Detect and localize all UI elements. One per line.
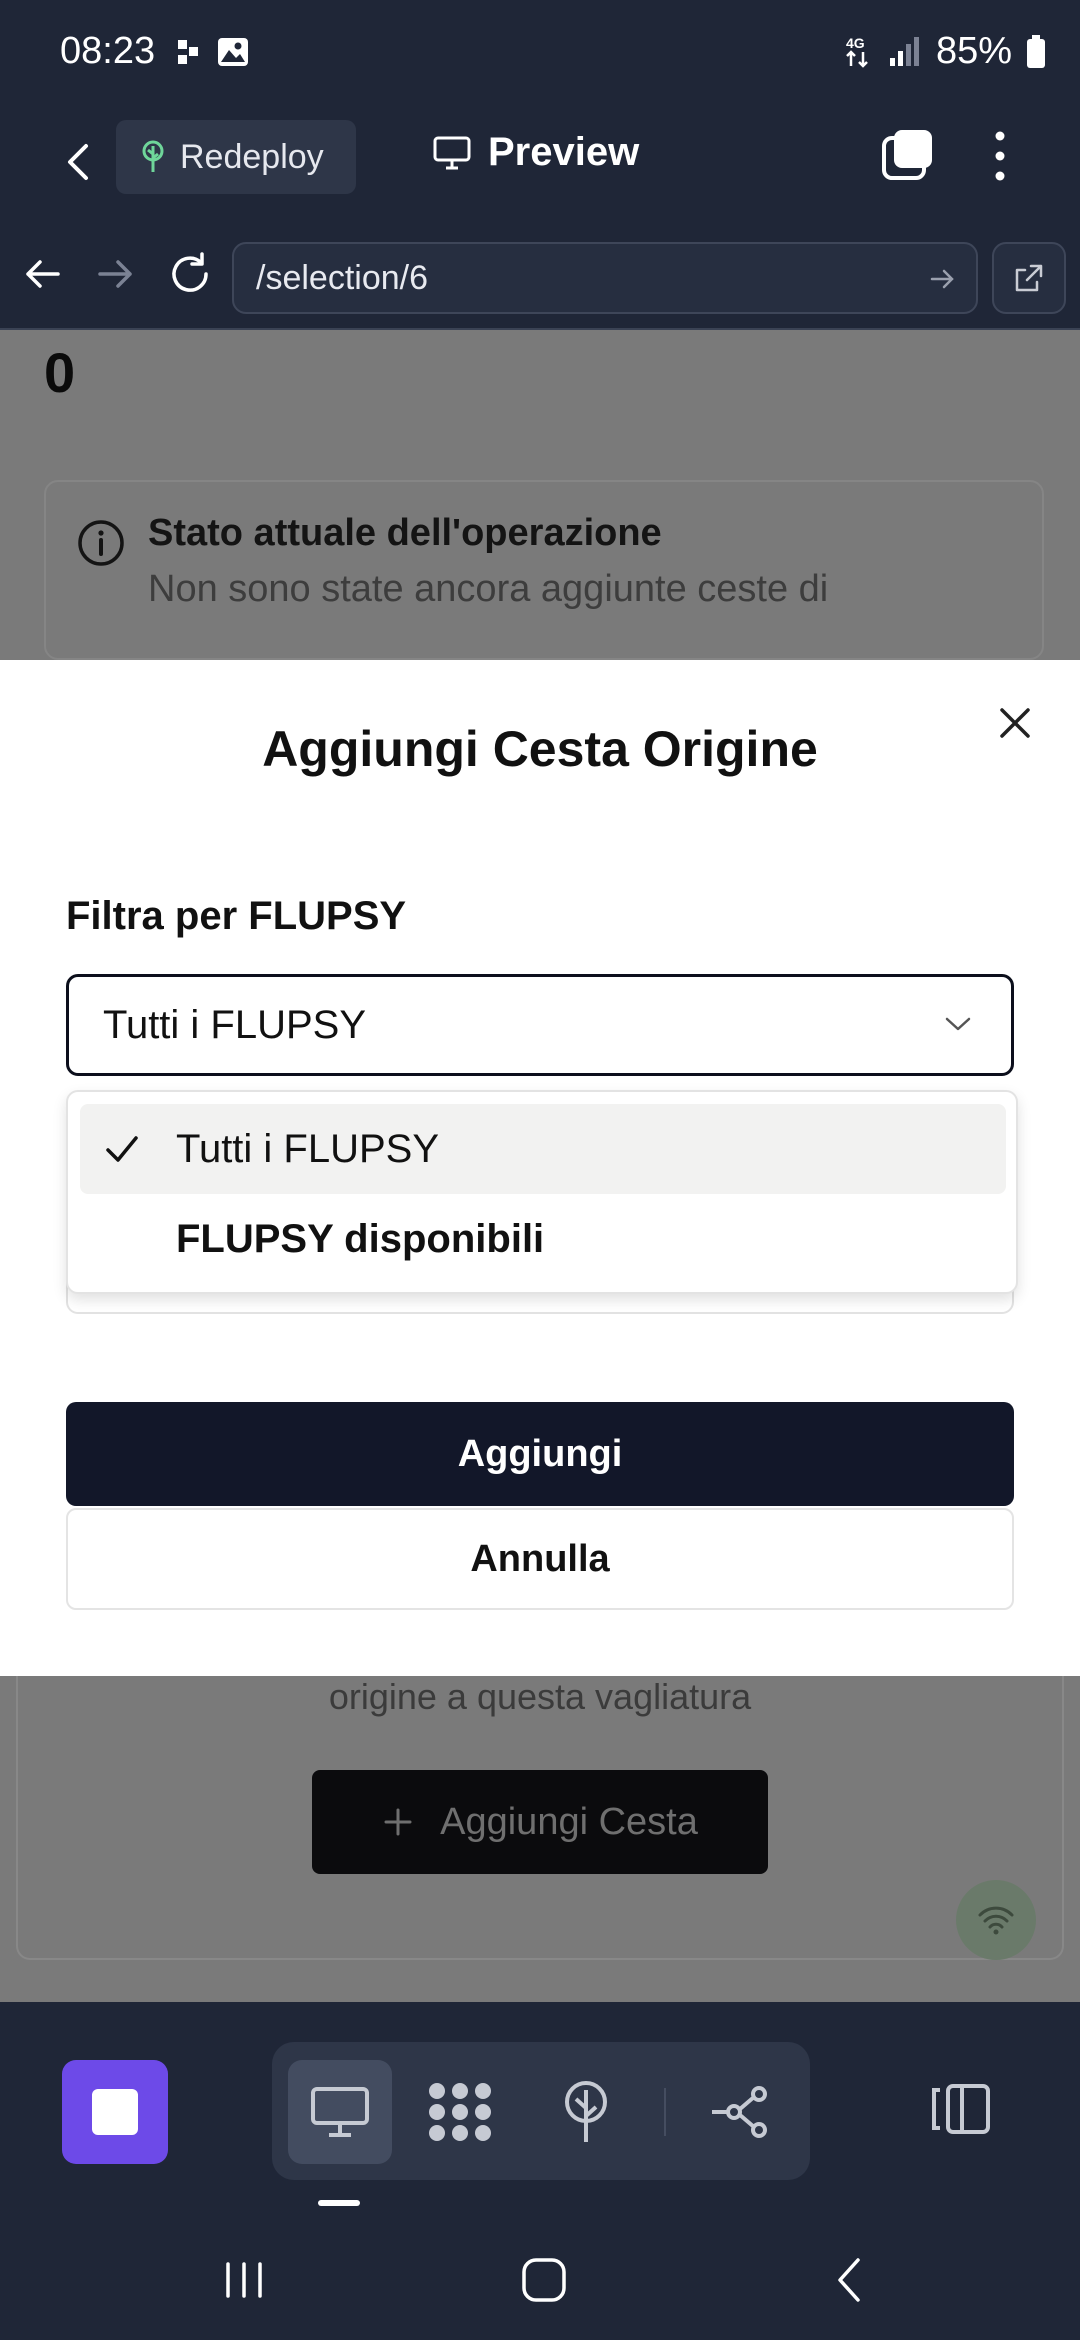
- more-options-icon[interactable]: [980, 126, 1020, 186]
- network-4g-icon: 4G: [846, 35, 868, 68]
- info-icon: [78, 520, 124, 566]
- status-time: 08:23: [60, 30, 156, 72]
- preview-label: Preview: [488, 130, 640, 174]
- counter-value: 0: [44, 341, 76, 404]
- operation-status-card: Stato attuale dell'operazione Non sono s…: [44, 480, 1044, 660]
- add-button[interactable]: Aggiungi: [66, 1402, 1014, 1506]
- tool-separator: [664, 2088, 666, 2136]
- flupsy-filter-select[interactable]: Tutti i FLUPSY: [66, 974, 1014, 1076]
- cancel-button[interactable]: Annulla: [66, 1508, 1014, 1610]
- open-external-button[interactable]: [992, 242, 1066, 314]
- flupsy-dropdown-menu: Tutti i FLUPSY FLUPSY disponibili: [66, 1090, 1018, 1294]
- signal-icon: [889, 36, 919, 66]
- branch-icon: [712, 2086, 767, 2138]
- add-basket-button[interactable]: Aggiungi Cesta: [312, 1770, 768, 1874]
- preview-tool-button[interactable]: [288, 2060, 392, 2164]
- add-basket-label: Aggiungi Cesta: [440, 1800, 698, 1843]
- dropdown-option-label: FLUPSY disponibili: [176, 1216, 545, 1261]
- app-header: Redeploy Preview: [0, 112, 1080, 222]
- tree-icon: [565, 2081, 607, 2142]
- side-panel-icon[interactable]: [930, 2082, 994, 2136]
- battery-icon: [1027, 34, 1045, 68]
- home-icon[interactable]: [514, 2250, 574, 2310]
- tree-icon: [142, 140, 164, 172]
- browser-back-icon[interactable]: [14, 246, 70, 302]
- monitor-icon: [433, 136, 471, 169]
- tabs-icon[interactable]: [880, 126, 936, 182]
- dropdown-option-all[interactable]: Tutti i FLUPSY: [80, 1104, 1006, 1194]
- url-field[interactable]: /selection/6: [232, 242, 978, 314]
- bottom-toolbar: [0, 2002, 1080, 2212]
- go-arrow-icon[interactable]: [928, 264, 958, 294]
- battery-percent: 85%: [935, 30, 1012, 72]
- monitor-icon: [311, 2087, 369, 2137]
- chevron-down-icon: [945, 1017, 971, 1031]
- status-bar: 08:23 4G 85%: [0, 0, 1080, 112]
- plus-icon: [384, 1808, 412, 1836]
- stop-icon: [92, 2089, 138, 2135]
- dropdown-option-available[interactable]: FLUPSY disponibili: [80, 1194, 1006, 1284]
- status-right: 4G 85%: [844, 30, 1046, 73]
- external-link-icon: [1015, 264, 1043, 292]
- stop-button[interactable]: [62, 2060, 168, 2164]
- system-navigation-bar: [0, 2212, 1080, 2340]
- wifi-icon: [978, 1906, 1014, 1935]
- app-notification-icon: [178, 40, 198, 64]
- workspace-tool-button[interactable]: [408, 2060, 512, 2164]
- recent-apps-icon[interactable]: [214, 2250, 274, 2310]
- back-arrow-icon[interactable]: [52, 134, 108, 190]
- deploy-tool-button[interactable]: [534, 2060, 638, 2164]
- redeploy-button[interactable]: Redeploy: [116, 120, 356, 194]
- operation-status-text: Non sono state ancora aggiunte ceste di: [148, 568, 829, 610]
- select-value: Tutti i FLUPSY: [103, 1002, 367, 1047]
- active-tab-indicator: [318, 2200, 360, 2206]
- preview-title: Preview: [432, 130, 639, 175]
- notification-icons: [176, 36, 250, 68]
- browser-forward-icon[interactable]: [88, 246, 144, 302]
- browser-bar: /selection/6: [0, 222, 1080, 330]
- git-tool-button[interactable]: [688, 2060, 792, 2164]
- tool-group: [272, 2042, 810, 2180]
- grid-blobs-icon: [429, 2083, 491, 2141]
- filter-label: Filtra per FLUPSY: [66, 894, 407, 938]
- url-text: /selection/6: [256, 258, 428, 297]
- operation-status-title: Stato attuale dell'operazione: [148, 512, 662, 554]
- check-icon: [106, 1136, 138, 1162]
- empty-state-text: origine a questa vagliatura: [328, 1676, 752, 1717]
- svg-text:4G: 4G: [846, 35, 865, 51]
- image-notification-icon: [218, 38, 248, 66]
- back-icon[interactable]: [820, 2250, 880, 2310]
- redeploy-label: Redeploy: [180, 137, 324, 176]
- dialog-title: Aggiungi Cesta Origine: [262, 721, 818, 777]
- reload-icon[interactable]: [162, 246, 218, 302]
- dropdown-option-label: Tutti i FLUPSY: [176, 1126, 440, 1171]
- connection-status-button[interactable]: [956, 1880, 1036, 1960]
